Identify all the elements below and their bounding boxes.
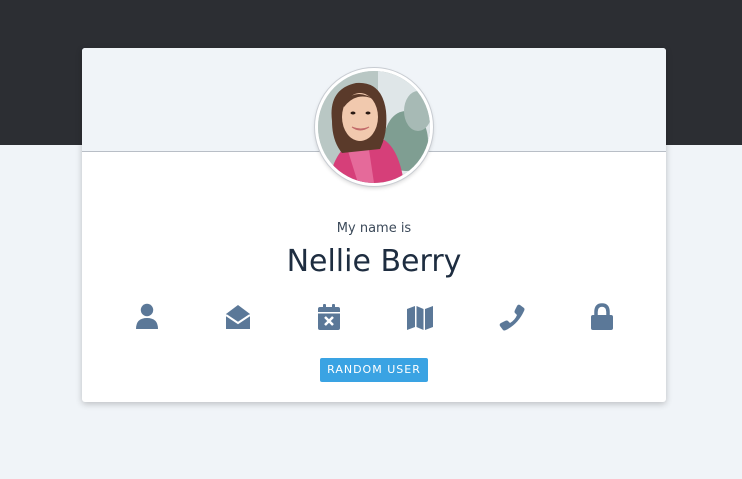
lock-icon[interactable] — [587, 302, 617, 332]
phone-icon[interactable] — [496, 302, 526, 332]
user-name: Nellie Berry — [286, 244, 462, 279]
user-card: My name is Nellie Berry RANDOM USER — [82, 48, 666, 402]
random-user-button[interactable]: RANDOM USER — [320, 358, 428, 382]
email-icon[interactable] — [223, 302, 253, 332]
map-icon[interactable] — [405, 302, 435, 332]
user-icon[interactable] — [132, 302, 162, 332]
avatar — [315, 68, 433, 186]
calendar-icon[interactable] — [314, 302, 344, 332]
name-label: My name is — [336, 221, 412, 236]
page: My name is Nellie Berry RANDOM USER — [0, 0, 742, 479]
